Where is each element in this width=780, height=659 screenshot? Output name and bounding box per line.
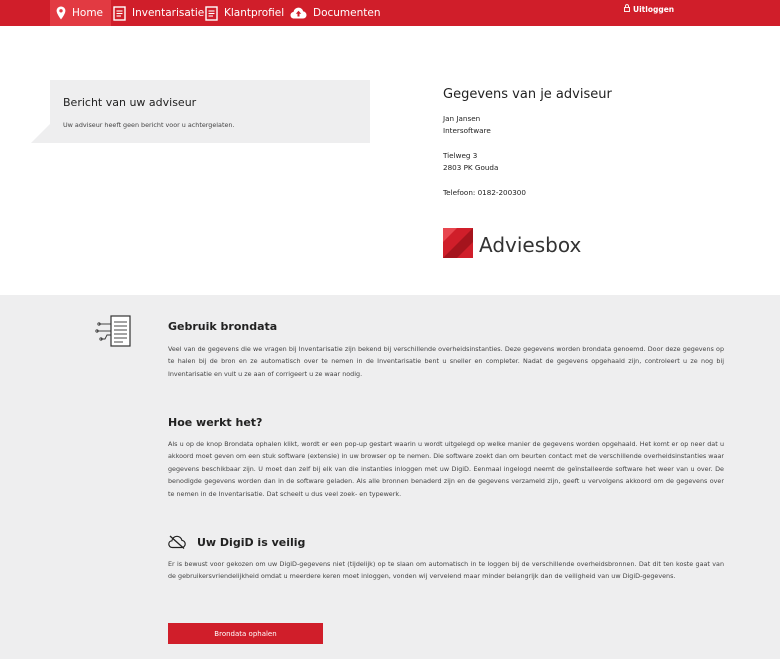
message-card-title: Bericht van uw adviseur [63,96,197,109]
document-list-icon [95,314,133,354]
adviesbox-logo-mark [443,228,473,262]
logout-label: Uitloggen [633,4,675,14]
message-card-tail [31,124,50,143]
brondata-ophalen-button[interactable]: Brondata ophalen [168,623,323,644]
lock-icon [624,4,630,14]
section-text-hoe-werkt-het: Als u op de knop Brondata ophalen klikt,… [168,440,724,498]
nav-label-home: Home [72,7,104,19]
section-title-gebruik-brondata: Gebruik brondata [168,320,278,333]
message-card-text: Uw adviseur heeft geen bericht voor u ac… [63,121,235,129]
adviesbox-logo-text: Adviesbox [479,233,582,257]
adviser-heading: Gegevens van je adviseur [443,87,612,102]
section-title-hoe-werkt-het: Hoe werkt het? [168,416,263,429]
nav-item-documenten[interactable]: Documenten [290,0,381,26]
nav-item-inventarisatie[interactable]: Inventarisatie [113,0,204,26]
top-navigation-bar: Home Inventarisatie Klantprofiel Documen… [0,0,780,26]
adviser-name: Jan Jansen [443,114,481,123]
section-title-digid-veilig: Uw DigiD is veilig [197,536,306,549]
cloud-upload-icon [290,7,307,19]
nav-item-home[interactable]: Home [50,0,112,26]
nav-label-klantprofiel: Klantprofiel [224,7,285,19]
nav-label-inventarisatie: Inventarisatie [132,7,205,19]
adviser-city: 2803 PK Gouda [443,163,499,172]
section-text-digid-veilig: Er is bewust voor gekozen om uw DigiD-ge… [168,560,724,581]
section-text-gebruik-brondata: Veel van de gegevens die we vragen bij I… [168,345,724,378]
logout-link[interactable]: Uitloggen [624,0,674,18]
document-icon [205,5,218,21]
nav-item-klantprofiel[interactable]: Klantprofiel [205,0,284,26]
cloud-off-icon [168,534,186,553]
document-icon [113,5,126,21]
adviser-street: Tielweg 3 [443,151,478,160]
adviser-message-card: Bericht van uw adviseur Uw adviseur heef… [50,80,370,143]
map-pin-icon [56,6,66,20]
adviser-phone: Telefoon: 0182-200300 [443,188,526,197]
adviesbox-logo: Adviesbox [443,228,582,262]
nav-label-documenten: Documenten [313,7,381,19]
adviser-company: Intersoftware [443,126,491,135]
